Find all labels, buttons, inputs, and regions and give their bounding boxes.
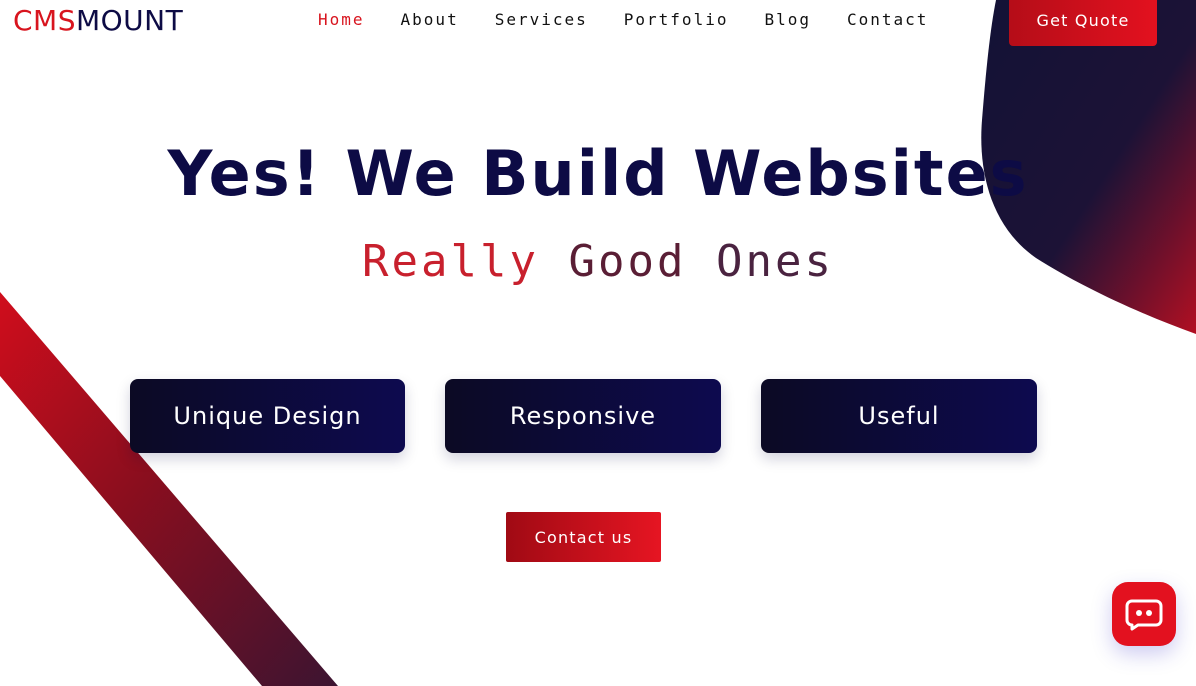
contact-us-button[interactable]: Contact us [506, 512, 661, 562]
nav-contact[interactable]: Contact [847, 8, 928, 32]
nav-services[interactable]: Services [495, 8, 588, 32]
feature-card-responsive[interactable]: Responsive [445, 379, 721, 453]
nav-portfolio[interactable]: Portfolio [624, 8, 729, 32]
nav-about[interactable]: About [401, 8, 459, 32]
main-nav: Home About Services Portfolio Blog Conta… [318, 8, 928, 32]
red-ribbon-shape [0, 292, 338, 686]
logo-mount-text: MOUNT [75, 4, 184, 37]
get-quote-button[interactable]: Get Quote [1009, 0, 1157, 46]
hero-subtitle: Really Good Ones [0, 234, 1196, 290]
nav-home[interactable]: Home [318, 8, 365, 32]
site-logo[interactable]: CMSMOUNT [13, 3, 183, 39]
chat-bot-icon [1125, 599, 1163, 631]
subtitle-word-ones: Ones [715, 236, 834, 287]
feature-card-unique-design[interactable]: Unique Design [130, 379, 405, 453]
chat-widget-button[interactable] [1112, 582, 1176, 646]
hero-title: Yes! We Build Websites [167, 137, 1029, 210]
subtitle-word-good: Good [568, 236, 687, 287]
background-decoration [0, 0, 1196, 686]
nav-blog[interactable]: Blog [764, 8, 811, 32]
logo-cms-text: CMS [13, 4, 76, 37]
feature-card-useful[interactable]: Useful [761, 379, 1037, 453]
subtitle-word-really: Really [362, 236, 539, 287]
